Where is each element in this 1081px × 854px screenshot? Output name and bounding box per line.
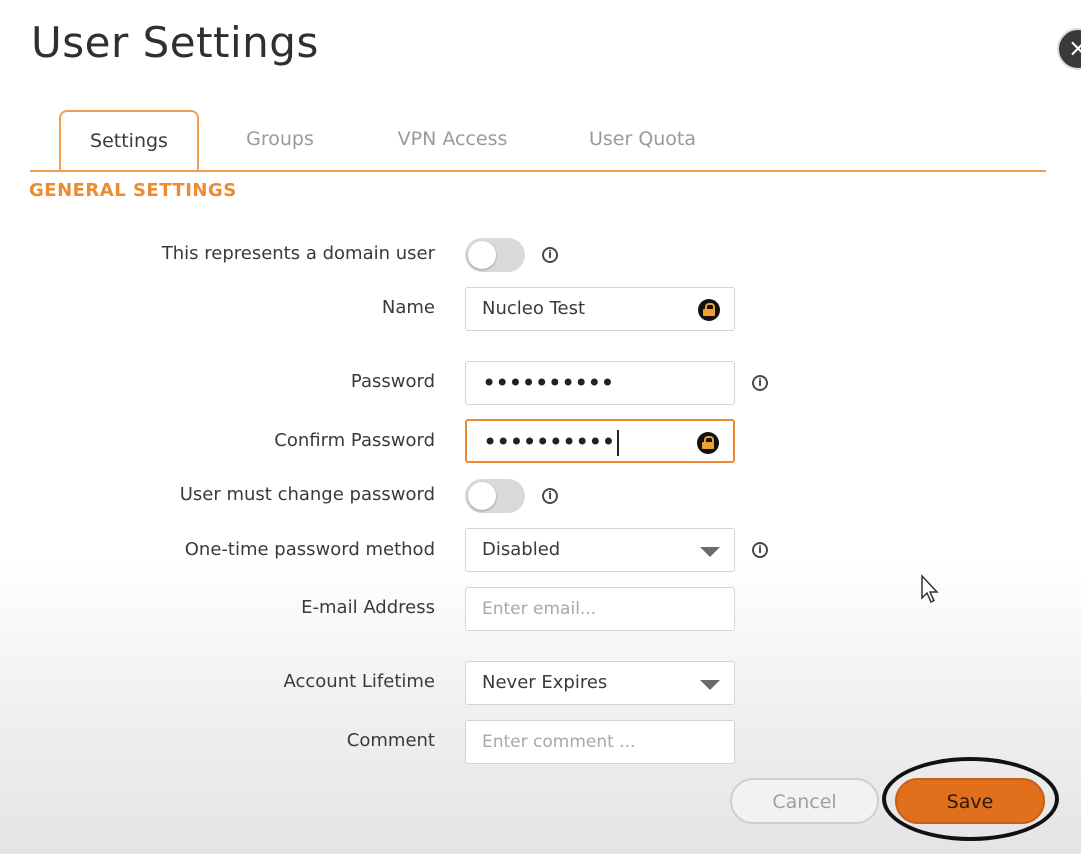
highlight-annotation (882, 757, 1059, 841)
must-change-toggle[interactable] (465, 479, 525, 513)
otp-method-value: Disabled (482, 539, 561, 560)
tab-vpn-access[interactable]: VPN Access (375, 110, 530, 168)
text-caret (616, 430, 619, 456)
close-icon: × (1068, 34, 1081, 62)
confirm-password-value: •••••••••• (483, 428, 616, 456)
email-label: E-mail Address (301, 597, 435, 618)
toggle-knob (468, 482, 496, 510)
tab-user-quota[interactable]: User Quota (570, 110, 715, 168)
mouse-cursor-icon (921, 574, 939, 604)
user-settings-dialog: User Settings × Settings Groups VPN Acce… (0, 0, 1081, 854)
password-label: Password (350, 371, 435, 392)
comment-placeholder: Enter comment ... (482, 732, 636, 752)
tab-groups[interactable]: Groups (220, 110, 340, 168)
otp-method-label: One-time password method (184, 539, 435, 560)
comment-label: Comment (346, 730, 435, 751)
info-icon[interactable]: i (542, 247, 558, 263)
otp-method-select[interactable]: Disabled (465, 528, 735, 572)
domain-user-toggle[interactable] (465, 238, 525, 272)
lifetime-label: Account Lifetime (283, 671, 435, 692)
lifetime-value: Never Expires (482, 672, 608, 693)
dialog-title: User Settings (31, 18, 319, 67)
name-value: Nucleo Test (482, 298, 586, 319)
info-icon[interactable]: i (542, 488, 558, 504)
info-icon[interactable]: i (752, 375, 768, 391)
name-input[interactable]: Nucleo Test (465, 287, 735, 331)
lock-icon (698, 299, 720, 321)
confirm-password-input[interactable]: •••••••••• (465, 419, 735, 463)
password-input[interactable]: •••••••••• (465, 361, 735, 405)
confirm-password-text: •••••••••• (483, 428, 619, 456)
password-value: •••••••••• (482, 369, 615, 397)
domain-user-label: This represents a domain user (161, 243, 435, 264)
tab-settings[interactable]: Settings (59, 110, 199, 170)
section-title: GENERAL SETTINGS (29, 180, 237, 201)
email-placeholder: Enter email... (482, 599, 597, 619)
confirm-password-label: Confirm Password (274, 430, 435, 451)
lifetime-select[interactable]: Never Expires (465, 661, 735, 705)
comment-input[interactable]: Enter comment ... (465, 720, 735, 764)
cancel-button[interactable]: Cancel (730, 778, 879, 824)
toggle-knob (468, 241, 496, 269)
lock-icon (697, 432, 719, 454)
name-label: Name (381, 297, 435, 318)
must-change-label: User must change password (179, 484, 435, 505)
close-button[interactable]: × (1057, 28, 1081, 70)
chevron-down-icon (700, 547, 720, 557)
tab-bar: Settings Groups VPN Access User Quota (30, 110, 1046, 172)
info-icon[interactable]: i (752, 542, 768, 558)
chevron-down-icon (700, 680, 720, 690)
email-input[interactable]: Enter email... (465, 587, 735, 631)
